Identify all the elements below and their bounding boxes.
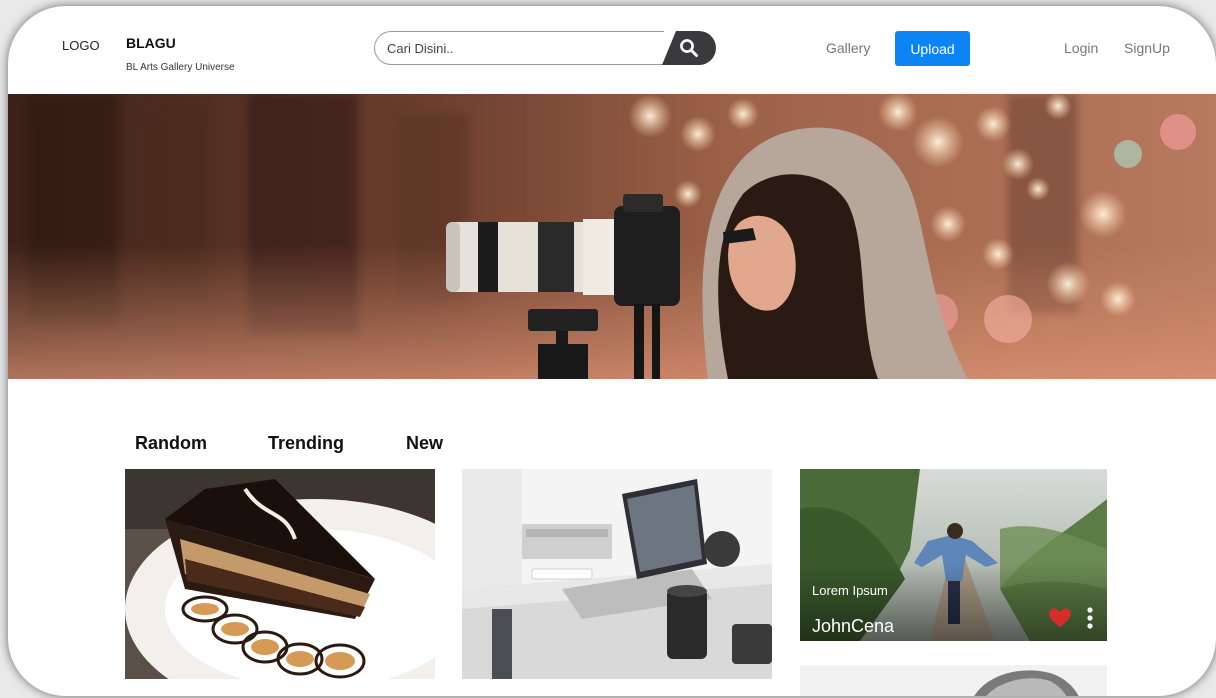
card-image [462, 469, 772, 679]
more-vertical-icon[interactable] [1086, 607, 1094, 629]
hero-banner [8, 94, 1216, 379]
gallery-card[interactable] [125, 469, 435, 679]
gallery-card[interactable] [800, 665, 1107, 696]
nav-gallery-link[interactable]: Gallery [826, 40, 870, 56]
signup-link[interactable]: SignUp [1124, 40, 1170, 56]
app-window: LOGO BLAGU BL Arts Gallery Universe Gall… [8, 6, 1216, 696]
card-caption: Lorem Ipsum [812, 583, 888, 598]
card-image [125, 469, 435, 679]
gallery-card[interactable] [462, 469, 772, 679]
logo[interactable]: LOGO [62, 38, 100, 53]
brand-title[interactable]: BLAGU [126, 35, 176, 51]
tab-new[interactable]: New [406, 433, 443, 454]
hero-photo [8, 94, 1216, 379]
search-input[interactable] [374, 31, 664, 65]
search-bar [374, 31, 716, 65]
featured-card[interactable]: Lorem Ipsum JohnCena [800, 469, 1107, 641]
card-image [800, 665, 1107, 696]
heart-icon[interactable] [1048, 607, 1072, 629]
search-button[interactable] [662, 31, 716, 65]
card-author[interactable]: JohnCena [812, 616, 894, 637]
brand-subtitle: BL Arts Gallery Universe [126, 62, 235, 73]
tab-trending[interactable]: Trending [268, 433, 344, 454]
tab-random[interactable]: Random [135, 433, 207, 454]
login-link[interactable]: Login [1064, 40, 1098, 56]
upload-button[interactable]: Upload [895, 31, 970, 66]
search-icon [680, 39, 698, 57]
